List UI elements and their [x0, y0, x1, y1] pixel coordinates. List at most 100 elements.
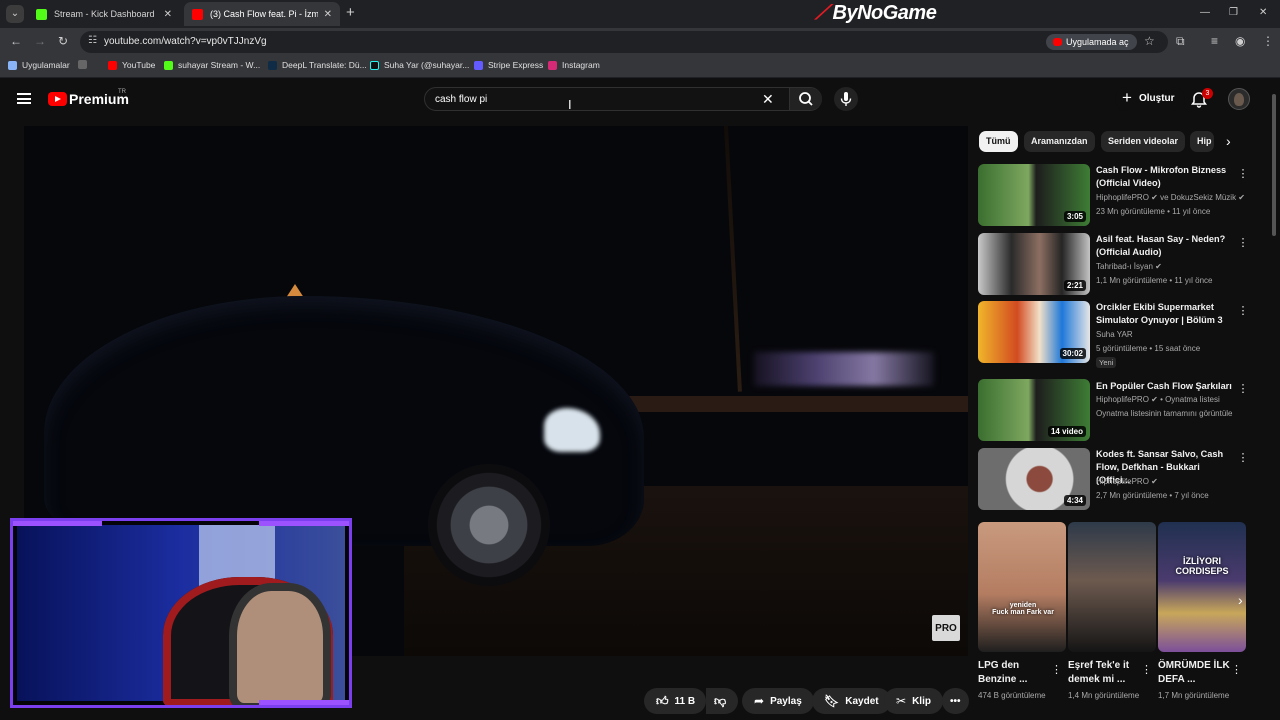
search-box[interactable]: cash flow pi ✕	[424, 87, 822, 111]
bookmark-star-icon[interactable]: ☆	[1144, 34, 1155, 48]
webcam-frame-corner	[259, 521, 349, 526]
close-tab-icon[interactable]: ✕	[324, 9, 332, 20]
back-arrow-icon[interactable]: ←	[10, 34, 22, 48]
bookmark-instagram[interactable]: Instagram	[548, 60, 600, 70]
tab-list-chevron-icon[interactable]: ⌄	[6, 5, 24, 23]
video-count-badge: 14 video	[1047, 426, 1086, 437]
page-scrollbar-thumb[interactable]	[1272, 94, 1276, 236]
more-options-icon[interactable]: ⋮	[1051, 663, 1062, 676]
bookmark-label: suhayar Stream - W...	[178, 60, 261, 70]
more-actions-button[interactable]: •••	[942, 688, 969, 714]
video-title[interactable]: Asil feat. Hasan Say - Neden? (Official …	[1096, 233, 1232, 259]
chip-from-search[interactable]: Aramanızdan	[1024, 131, 1095, 152]
like-button[interactable]: 👍︎ 11 B	[644, 688, 706, 714]
bookmark-kick-stream[interactable]: suhayar Stream - W...	[164, 60, 260, 70]
playlist-item[interactable]: 14 video En Popüler Cash Flow Şarkıları …	[978, 379, 1258, 447]
restore-icon[interactable]: ❐	[1229, 7, 1238, 18]
clear-search-icon[interactable]: ✕	[762, 91, 774, 108]
more-options-icon[interactable]: ⋮	[1231, 663, 1242, 676]
chip-all[interactable]: Tümü	[979, 131, 1018, 152]
short-item[interactable]: İZLİYORI CORDISEPS ÖMRÜMDE İLK DEFA ... …	[1158, 522, 1246, 702]
video-thumbnail[interactable]: 3:05	[978, 164, 1090, 226]
bookmark-tiktok[interactable]: Suha Yar (@suhayar...	[370, 60, 469, 70]
minimize-icon[interactable]: —	[1200, 7, 1210, 18]
more-options-icon[interactable]: ⋮	[1235, 304, 1251, 320]
open-in-app-button[interactable]: Uygulamada aç	[1046, 34, 1137, 50]
recommendation-item[interactable]: 30:02 Orcikler Ekibi Supermarket Simulat…	[978, 301, 1258, 369]
search-button[interactable]	[789, 88, 822, 110]
browser-tab-youtube[interactable]: (3) Cash Flow feat. Pi - İzmir Çe ✕	[184, 2, 340, 26]
youtube-header: Premium TR cash flow pi ✕ Oluştur 3	[0, 80, 1280, 118]
voice-search-button[interactable]	[834, 87, 858, 111]
bookmark-youtube[interactable]: YouTube	[108, 60, 155, 70]
bookmark-apps[interactable]: Uygulamalar	[8, 60, 70, 70]
media-controls-icon[interactable]: ≡	[1211, 34, 1218, 48]
bookmark-stripe[interactable]: Stripe Express	[474, 60, 543, 70]
chip-from-series[interactable]: Seriden videolar	[1101, 131, 1186, 152]
playlist-thumbnail[interactable]: 14 video	[978, 379, 1090, 441]
video-thumbnail[interactable]: 2:21	[978, 233, 1090, 295]
more-options-icon[interactable]: ⋮	[1235, 167, 1251, 183]
profile-icon[interactable]: ◉	[1235, 34, 1245, 48]
brand-text: ByNoGame	[832, 2, 937, 24]
save-label: Kaydet	[845, 695, 879, 707]
browser-tab-kick[interactable]: Stream - Kick Dashboard ✕	[28, 2, 180, 26]
more-options-icon[interactable]: ⋮	[1235, 451, 1251, 467]
bookmark-label: YouTube	[122, 60, 156, 70]
dislike-button[interactable]: 👎︎	[706, 688, 738, 714]
address-bar[interactable]: ☷ youtube.com/watch?v=vp0vTJJnzVg Uygula…	[80, 31, 1168, 53]
short-title[interactable]: Eşref Tek'e it demek mi ...	[1068, 659, 1140, 687]
channel-name[interactable]: Suha YAR	[1096, 330, 1133, 339]
site-info-icon[interactable]: ☷	[88, 35, 97, 46]
share-label: Paylaş	[770, 695, 802, 707]
video-title[interactable]: Cash Flow - Mikrofon Bizness (Official V…	[1096, 164, 1232, 190]
video-thumbnail[interactable]: 30:02	[978, 301, 1090, 363]
channel-name[interactable]: HiphoplifePRO ✔ ve DokuzSekiz Müzik ✔	[1096, 193, 1245, 202]
channel-name[interactable]: HiphoplifePRO ✔ • Oynatma listesi	[1096, 395, 1220, 404]
channel-name[interactable]: Tahribad-ı İsyan ✔	[1096, 262, 1162, 271]
recommendation-item[interactable]: 4:34 Kodes ft. Sansar Salvo, Cash Flow, …	[978, 448, 1258, 516]
search-input[interactable]: cash flow pi	[435, 94, 487, 105]
extensions-icon[interactable]: ⧉	[1176, 34, 1185, 49]
create-button[interactable]: Oluştur	[1115, 86, 1185, 111]
playlist-title[interactable]: En Popüler Cash Flow Şarkıları	[1096, 380, 1232, 393]
streamer	[237, 591, 323, 703]
short-title[interactable]: LPG den Benzine ...	[978, 659, 1050, 687]
recommendation-item[interactable]: 2:21 Asil feat. Hasan Say - Neden? (Offi…	[978, 233, 1258, 301]
account-avatar[interactable]	[1228, 88, 1250, 110]
channel-watermark[interactable]: PRO	[932, 615, 960, 641]
share-button[interactable]: ➦ Paylaş	[742, 688, 814, 714]
video-title[interactable]: Orcikler Ekibi Supermarket Simulator Oyn…	[1096, 301, 1232, 327]
more-menu-icon[interactable]: ⋮	[1262, 34, 1274, 48]
new-tab-button[interactable]: +	[346, 4, 355, 21]
view-full-playlist-link[interactable]: Oynatma listesinin tamamını görüntüle	[1096, 409, 1233, 418]
close-tab-icon[interactable]: ✕	[164, 9, 172, 20]
chip-hiphop[interactable]: Hip	[1190, 131, 1214, 152]
save-button[interactable]: 🔖︎ Kaydet	[812, 688, 891, 714]
close-window-icon[interactable]: ✕	[1259, 7, 1267, 18]
channel-name[interactable]: HiphoplifePRO ✔	[1096, 477, 1158, 486]
browser-tab-strip: ⌄ Stream - Kick Dashboard ✕ (3) Cash Flo…	[0, 0, 1280, 28]
recommendation-item[interactable]: 3:05 Cash Flow - Mikrofon Bizness (Offic…	[978, 164, 1258, 232]
url-text[interactable]: youtube.com/watch?v=vp0vTJJnzVg	[104, 36, 267, 47]
video-thumbnail[interactable]: 4:34	[978, 448, 1090, 510]
more-options-icon[interactable]: ⋮	[1235, 382, 1251, 398]
reload-icon[interactable]: ↻	[58, 34, 68, 48]
youtube-logo-icon[interactable]	[48, 92, 67, 106]
short-thumbnail[interactable]: yeniden Fuck man Fark var	[978, 522, 1066, 652]
more-options-icon[interactable]: ⋮	[1235, 236, 1251, 252]
bookmark-deepl[interactable]: DeepL Translate: Dü...	[268, 60, 367, 70]
clip-button[interactable]: ✂ Klip	[884, 688, 943, 714]
short-title[interactable]: ÖMRÜMDE İLK DEFA ...	[1158, 659, 1230, 687]
short-item[interactable]: yeniden Fuck man Fark var LPG den Benzin…	[978, 522, 1066, 702]
short-item[interactable]: Eşref Tek'e it demek mi ... 1,4 Mn görün…	[1068, 522, 1156, 702]
chip-next-chevron-icon[interactable]: ›	[1226, 133, 1231, 149]
short-thumbnail[interactable]: İZLİYORI CORDISEPS	[1158, 522, 1246, 652]
bookmark-grid[interactable]	[78, 60, 92, 69]
forward-arrow-icon[interactable]: →	[34, 34, 46, 48]
shorts-next-chevron-icon[interactable]: ›	[1238, 592, 1243, 608]
menu-icon[interactable]	[17, 93, 31, 104]
more-options-icon[interactable]: ⋮	[1141, 663, 1152, 676]
short-thumbnail[interactable]	[1068, 522, 1156, 652]
thumbs-up-icon: 👍︎	[656, 693, 669, 708]
